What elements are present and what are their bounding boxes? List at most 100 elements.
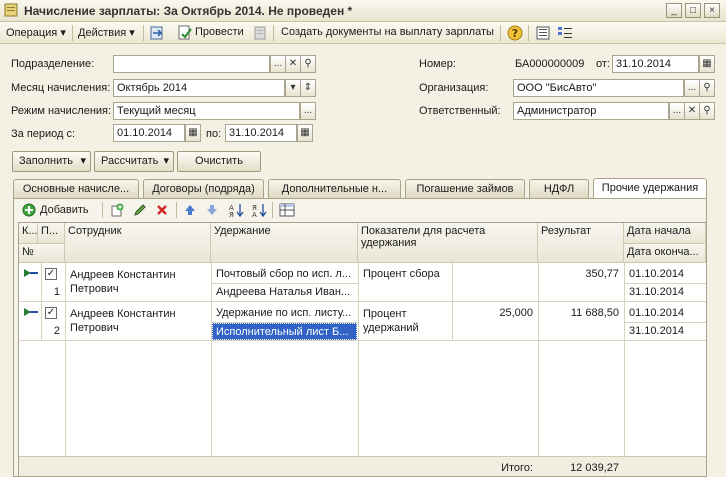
svg-text:A: A <box>252 211 257 218</box>
deduction-cell[interactable]: Удержание по исп. листу... <box>213 305 356 321</box>
calendar-icon[interactable]: ▦ <box>297 124 313 142</box>
select-organization-button[interactable]: ... <box>684 79 700 97</box>
search-subdivision-icon[interactable]: ⚲ <box>300 55 316 73</box>
toolbar-separator <box>102 202 103 218</box>
indicator-cell[interactable]: Процент сбора <box>360 266 450 282</box>
header-no[interactable]: № <box>19 244 65 263</box>
result-cell[interactable]: 350,77 <box>540 266 622 282</box>
header-k[interactable]: К... <box>19 223 38 244</box>
minimize-button[interactable]: _ <box>666 3 682 18</box>
search-responsible-icon[interactable]: ⚲ <box>699 102 715 120</box>
header-deduction[interactable]: Удержание <box>211 223 358 263</box>
add-icon[interactable] <box>22 203 36 217</box>
tab-loan-repayment[interactable]: Погашение займов <box>405 179 525 198</box>
sort-descending-icon[interactable]: Я A <box>251 202 267 218</box>
select-mode-button[interactable]: ... <box>300 102 316 120</box>
structure-icon[interactable] <box>557 25 573 41</box>
select-responsible-button[interactable]: ... <box>669 102 685 120</box>
delete-icon[interactable] <box>155 203 169 217</box>
tab-other-deductions[interactable]: Прочие удержания <box>593 178 707 199</box>
deduction-document-cell[interactable]: Андреева Наталья Иван... <box>213 284 356 300</box>
period-from-field[interactable]: 01.10.2014 <box>113 124 185 142</box>
svg-text:?: ? <box>512 27 518 40</box>
operation-menu[interactable]: Операция ▾ <box>6 26 66 39</box>
deduction-cell[interactable]: Почтовый сбор по исп. л... <box>213 266 356 282</box>
date-end-cell[interactable]: 31.10.2014 <box>626 284 704 300</box>
add-button[interactable]: Добавить <box>40 204 89 216</box>
toolbar-separator <box>176 202 177 218</box>
unpost-icon[interactable] <box>252 25 268 41</box>
date-end-cell[interactable]: 31.10.2014 <box>626 323 704 339</box>
header-date-end[interactable]: Дата оконча... <box>624 244 706 263</box>
header-date-start[interactable]: Дата начала <box>624 223 706 244</box>
total-label: Итого: <box>501 462 533 474</box>
period-to-field[interactable]: 31.10.2014 <box>225 124 297 142</box>
title-bar: Начисление зарплаты: За Октябрь 2014. Не… <box>0 0 726 22</box>
clear-button[interactable]: Очистить <box>177 151 261 172</box>
result-cell[interactable]: 11 688,50 <box>540 305 622 321</box>
header-result[interactable]: Результат <box>538 223 624 263</box>
copy-row-icon[interactable] <box>110 203 124 217</box>
calculate-button[interactable]: Рассчитать ▾ <box>94 151 174 172</box>
dropdown-arrow-icon: ▾ <box>80 155 86 167</box>
close-button[interactable]: × <box>704 3 720 18</box>
row-active-checkbox[interactable]: ✓ <box>45 268 57 280</box>
tab-ndfl[interactable]: НДФЛ <box>529 179 589 198</box>
tab-contracts[interactable]: Договоры (подряда) <box>143 179 264 198</box>
employee-cell[interactable]: Андреев Константин Петрович <box>67 266 209 298</box>
calendar-icon[interactable]: ▦ <box>699 55 715 73</box>
month-dropdown-icon[interactable]: ▾ <box>285 79 301 97</box>
toolbar-separator <box>72 25 73 41</box>
toolbar-separator <box>143 25 144 41</box>
indicator-cell[interactable]: Процент удержаний <box>360 305 450 337</box>
move-up-icon[interactable] <box>183 203 197 217</box>
list-view-icon[interactable] <box>535 25 551 41</box>
deductions-grid[interactable]: К... П... № Сотрудник Удержание Показате… <box>18 222 707 477</box>
table-row[interactable]: ✓ 2 Андреев Константин Петрович Удержани… <box>19 302 706 341</box>
calendar-icon[interactable]: ▦ <box>185 124 201 142</box>
total-value: 12 039,27 <box>570 462 619 474</box>
month-stepper[interactable]: ⇕ <box>300 79 316 97</box>
actions-menu[interactable]: Действия ▾ <box>78 26 135 39</box>
responsible-field[interactable]: Администратор <box>513 102 669 120</box>
post-icon <box>178 25 192 40</box>
window-title: Начисление зарплаты: За Октябрь 2014. Не… <box>24 4 353 18</box>
clear-subdivision-icon[interactable]: ✕ <box>285 55 301 73</box>
maximize-button[interactable]: □ <box>685 3 701 18</box>
move-down-icon[interactable] <box>205 203 219 217</box>
header-indicators[interactable]: Показатели для расчета удержания <box>358 223 538 263</box>
indicator-value-cell[interactable]: 25,000 <box>454 305 536 321</box>
table-row[interactable]: ✓ 1 Андреев Константин Петрович Почтовый… <box>19 263 706 302</box>
create-payment-docs-button[interactable]: Создать документы на выплату зарплаты <box>281 26 494 38</box>
indicator-value-cell[interactable] <box>454 266 536 270</box>
clear-responsible-icon[interactable]: ✕ <box>684 102 700 120</box>
header-employee[interactable]: Сотрудник <box>65 223 211 263</box>
mode-field[interactable]: Текущий месяц <box>113 102 300 120</box>
post-and-close-icon[interactable] <box>149 25 165 41</box>
select-subdivision-button[interactable]: ... <box>270 55 286 73</box>
month-field[interactable]: Октябрь 2014 <box>113 79 285 97</box>
deduction-document-cell-selected[interactable]: Исполнительный лист Б... <box>212 323 357 340</box>
tab-main-accruals[interactable]: Основные начисле... <box>13 179 139 198</box>
grid-settings-icon[interactable] <box>279 203 295 217</box>
row-marker-icon <box>24 308 38 316</box>
number-value: БА000000009 <box>515 58 585 70</box>
edit-pencil-icon[interactable] <box>133 203 147 217</box>
date-field[interactable]: 31.10.2014 <box>612 55 699 73</box>
employee-cell[interactable]: Андреев Константин Петрович <box>67 305 209 337</box>
organization-field[interactable]: ООО "БисАвто" <box>513 79 684 97</box>
subdivision-label: Подразделение: <box>11 58 95 70</box>
number-label: Номер: <box>419 58 456 70</box>
date-start-cell[interactable]: 01.10.2014 <box>626 266 704 282</box>
sort-ascending-icon[interactable]: A Я <box>228 202 244 218</box>
date-start-cell[interactable]: 01.10.2014 <box>626 305 704 321</box>
post-button[interactable]: Провести <box>195 26 244 38</box>
fill-button[interactable]: Заполнить ▾ <box>12 151 91 172</box>
row-active-checkbox[interactable]: ✓ <box>45 307 57 319</box>
search-organization-icon[interactable]: ⚲ <box>699 79 715 97</box>
header-p[interactable]: П... <box>38 223 65 244</box>
tab-additional-accruals[interactable]: Дополнительные н... <box>268 179 401 198</box>
responsible-label: Ответственный: <box>419 105 501 117</box>
help-icon[interactable]: ? <box>507 25 523 41</box>
subdivision-field[interactable] <box>113 55 270 73</box>
